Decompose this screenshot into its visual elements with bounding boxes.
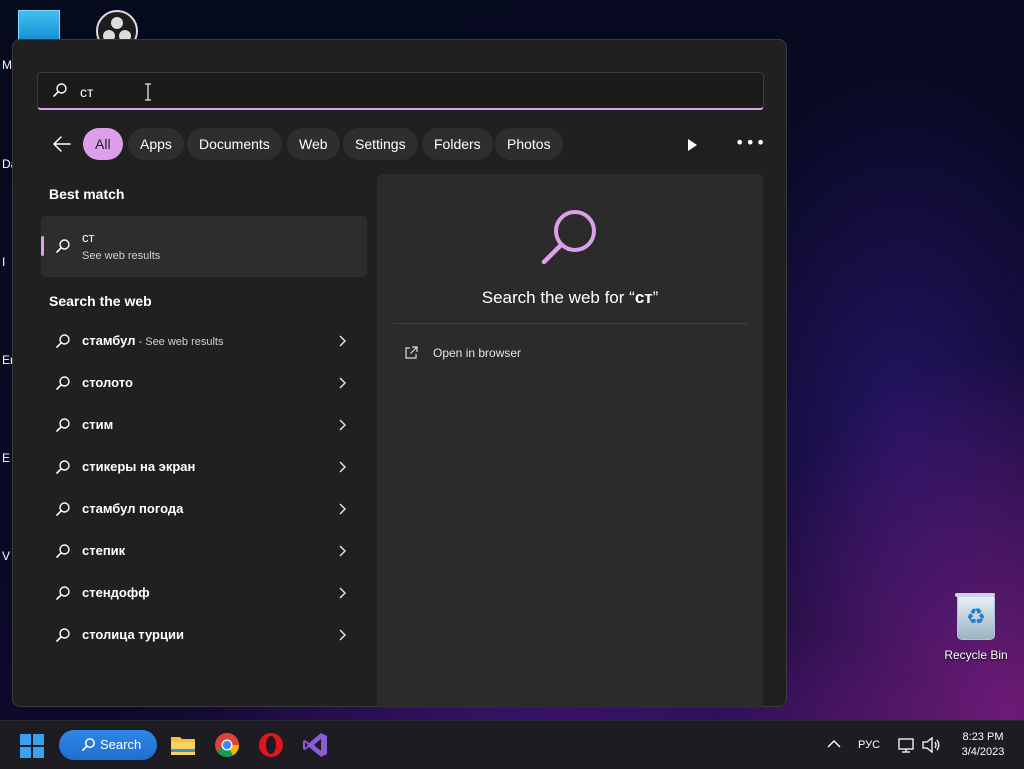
taskbar-search-label: Search [100, 737, 142, 752]
web-suggestion-text: стикеры на экран [82, 459, 196, 474]
best-match-item[interactable]: ст See web results [41, 216, 367, 277]
web-suggestion-item[interactable]: стамбул - See web results [41, 321, 367, 361]
input-language-indicator[interactable]: РУС [858, 739, 880, 751]
filter-chip-folders[interactable]: Folders [422, 128, 493, 160]
preview-title: Search the web for “ст” [481, 288, 659, 307]
chrome-icon[interactable] [213, 731, 241, 759]
more-options-icon[interactable]: ••• [735, 135, 765, 154]
web-suggestion-item[interactable]: степик [41, 531, 367, 571]
search-input[interactable] [78, 79, 722, 105]
chevron-right-icon [339, 419, 347, 431]
web-suggestion-item[interactable]: стендофф [41, 573, 367, 613]
search-icon [56, 544, 70, 558]
obs-icon [96, 10, 138, 39]
desktop-label-fragment: E [2, 451, 11, 465]
web-suggestion-text: стамбул - See web results [82, 333, 224, 348]
best-match-subtitle: See web results [82, 250, 161, 262]
volume-icon[interactable] [921, 736, 941, 754]
desktop-label-fragment: M [2, 58, 12, 72]
tray-overflow-chevron-icon[interactable] [827, 739, 841, 749]
open-external-icon [405, 346, 418, 359]
recycle-bin-icon: ♻ [955, 593, 995, 640]
desktop-icon-obs[interactable] [95, 9, 139, 39]
web-suggestion-text: стендофф [82, 585, 150, 600]
preview-pane: Search the web for “ст” Open in browser [377, 174, 763, 708]
chevron-right-icon [339, 461, 347, 473]
search-icon [56, 239, 70, 253]
filter-chip-web[interactable]: Web [287, 128, 340, 160]
desktop-label-fragment: I [2, 255, 6, 269]
search-icon [56, 502, 70, 516]
back-arrow-icon[interactable] [51, 133, 73, 155]
opera-icon[interactable] [257, 731, 285, 759]
chevron-right-icon [339, 377, 347, 389]
text-cursor-icon [145, 83, 151, 101]
search-icon [56, 586, 70, 600]
clock-date: 3/4/2023 [961, 746, 1005, 758]
clock-time: 8:23 PM [962, 731, 1004, 743]
chevron-right-icon [339, 545, 347, 557]
search-icon [82, 738, 95, 751]
filter-chip-apps[interactable]: Apps [128, 128, 184, 160]
web-suggestion-item[interactable]: стикеры на экран [41, 447, 367, 487]
search-large-icon [541, 210, 596, 265]
selection-indicator [41, 236, 44, 256]
desktop-icon-recycle-bin[interactable]: ♻ Recycle Bin [940, 593, 1012, 662]
web-suggestion-item[interactable]: стим [41, 405, 367, 445]
web-suggestion-item[interactable]: столото [41, 363, 367, 403]
desktop-label-fragment: V [2, 549, 11, 563]
search-icon [53, 83, 67, 97]
web-suggestion-item[interactable]: стамбул погода [41, 489, 367, 529]
search-icon [56, 334, 70, 348]
preview-divider [393, 323, 747, 324]
web-suggestion-text: столица турции [82, 627, 184, 642]
web-suggestion-text: стамбул погода [82, 501, 184, 516]
web-suggestion-item[interactable]: столица турции [41, 615, 367, 655]
filter-chip-all[interactable]: All [83, 128, 123, 160]
search-panel: All Apps Documents Web Settings Folders … [12, 39, 787, 708]
filter-chip-documents[interactable]: Documents [187, 128, 282, 160]
web-suggestion-text: столото [82, 375, 133, 390]
search-icon [56, 628, 70, 642]
best-match-heading: Best match [49, 186, 125, 202]
search-icon [56, 376, 70, 390]
desktop-icon-this-pc[interactable] [18, 10, 60, 40]
recycle-bin-label: Recycle Bin [944, 648, 1008, 662]
taskbar: Search РУС 8:23 PM 3/4/2023 [0, 720, 1024, 769]
open-in-browser-label: Open in browser [433, 346, 522, 360]
visual-studio-icon[interactable] [301, 731, 329, 759]
web-suggestion-text: степик [82, 543, 126, 558]
file-explorer-icon[interactable] [169, 731, 197, 759]
network-icon[interactable] [898, 737, 916, 753]
filter-chip-photos[interactable]: Photos [495, 128, 563, 160]
play-icon[interactable] [683, 136, 701, 154]
search-box[interactable] [37, 72, 764, 110]
chevron-right-icon [339, 335, 347, 347]
search-icon [56, 418, 70, 432]
chevron-right-icon [339, 629, 347, 641]
taskbar-search-button[interactable]: Search [59, 730, 157, 760]
web-suggestion-suffix: - See web results [135, 336, 224, 348]
clock[interactable]: 8:23 PM 3/4/2023 [948, 730, 1018, 760]
filter-chip-settings[interactable]: Settings [343, 128, 418, 160]
search-web-heading: Search the web [49, 293, 152, 309]
best-match-title: ст [82, 230, 95, 245]
chevron-right-icon [339, 587, 347, 599]
search-icon [56, 460, 70, 474]
web-suggestion-text: стим [82, 417, 114, 432]
chevron-right-icon [339, 503, 347, 515]
windows-start-icon[interactable] [20, 734, 44, 758]
